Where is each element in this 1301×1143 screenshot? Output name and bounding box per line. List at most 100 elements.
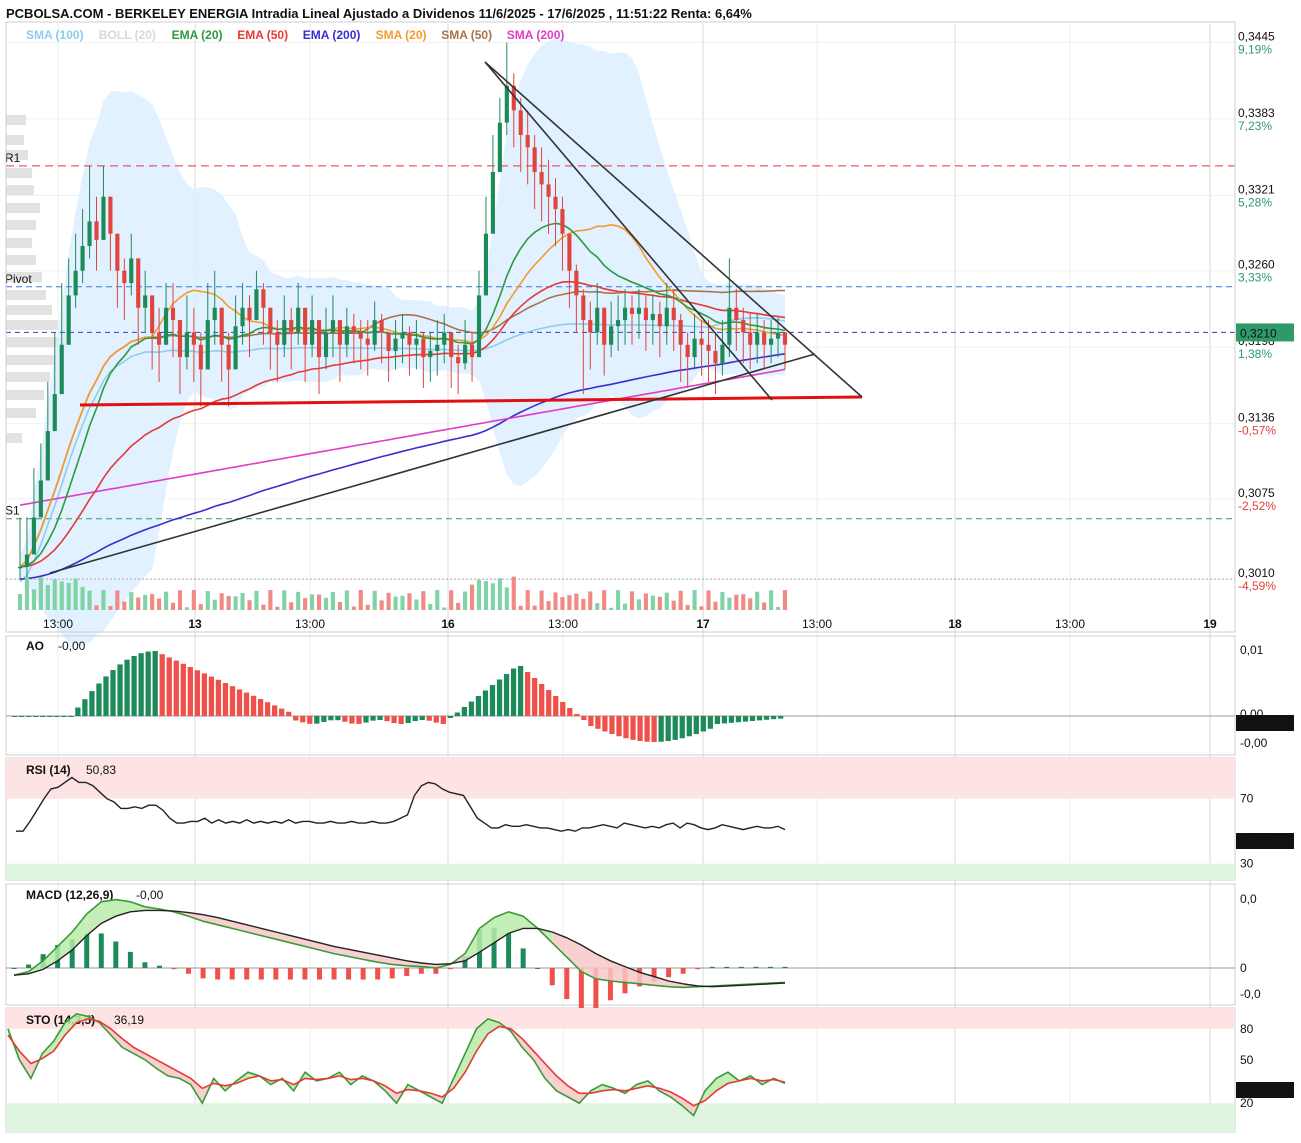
volume-bar [323,597,329,610]
candle-body [275,332,280,345]
volume-bar [567,595,572,610]
volume-bar [170,602,176,610]
ao-bar [12,716,18,717]
volume-bar [435,590,440,610]
volume-bar [101,590,106,610]
ao-bar [89,691,95,716]
ao-bar [264,702,271,716]
ao-bar [426,716,432,721]
candle-body [435,344,440,351]
candle-body [212,307,217,321]
ao-bar [307,716,313,724]
candle-body [414,338,419,345]
volume-bar [755,591,760,610]
candle-body [748,332,753,345]
volume-bar [706,590,711,610]
ao-bar [96,683,102,716]
candle-body [59,344,64,395]
legend-item-3: EMA (50) [237,28,288,42]
time-tick-4: 13:00 [548,617,578,631]
time-tick-7: 18 [948,617,962,631]
candle-body [463,344,468,364]
candle-body [87,221,92,247]
ao-bar [496,679,503,716]
chart-canvas[interactable]: R1 Pivot S1 0,34459,19% 0,33837,23% 0,33215,… [0,0,1301,1138]
volume-profile-bar [6,203,40,213]
candle-body [400,332,405,339]
volume-bar [17,594,23,610]
volume-bar [775,607,781,610]
volume-bar [428,603,433,610]
candle-body [483,233,489,296]
volume-profile-bar [6,408,36,418]
volume-bar [449,590,454,610]
volume-bar [581,598,586,610]
volume-bar [365,604,370,610]
ao-bar [222,683,229,716]
macd-hist-bar [346,968,352,980]
legend-item-5: SMA (20) [376,28,427,42]
ao-bar [166,657,172,716]
ao-bar [735,716,742,723]
volume-bar [379,600,384,610]
volume-bar [122,601,127,610]
volume-bar [588,591,593,610]
volume-bar [476,579,482,610]
ao-bar [524,672,531,716]
macd-hist-bar [753,966,759,968]
volume-bar [782,590,788,610]
candle-body [657,313,662,327]
volume-bar [268,590,273,610]
candle-body [553,196,558,210]
volume-bar [351,606,356,610]
ao-bar [370,716,376,721]
last-price-label: 0,3210 [1240,326,1277,340]
volume-bar [219,593,224,610]
volume-bar [372,590,377,610]
volume-bar [678,590,683,610]
candle-body [66,295,71,345]
macd-hist-bar [302,968,308,980]
volume-bar [602,590,607,610]
ao-bar [489,685,496,716]
candle-body [316,320,322,358]
candle-body [456,357,461,364]
ao-bar [300,716,306,723]
macd-hist-bar [767,966,773,968]
volume-bar [66,582,71,610]
candle-body [664,307,669,327]
sto-axis-80: 80 [1240,1022,1254,1036]
ao-bar [644,716,650,742]
candle-body [609,326,614,345]
candle-body [734,307,739,321]
ao-bar [658,716,664,742]
candle-body [247,307,252,321]
macd-hist-bar [244,968,250,980]
candle-body [476,295,482,358]
volume-bar [762,602,767,610]
candle-body [421,338,426,358]
candle-body [108,196,113,234]
candle-body [344,326,349,345]
candle-body [720,344,725,364]
rsi-value: 50,83 [86,763,116,777]
candle-body [595,307,600,333]
rsi-axis-70: 70 [1240,792,1254,806]
volume-bar [574,593,579,610]
candle-body [52,394,57,432]
macd-hist-bar [724,966,730,968]
ao-bar [82,699,88,716]
ao-bar [763,716,770,720]
ao-bar [314,716,320,724]
volume-bar [393,596,398,610]
candle-body [303,307,308,345]
ao-bar [286,711,292,716]
rsi-overbought-zone [6,758,1235,799]
ao-bar [623,716,629,739]
volume-bar [330,591,336,610]
volume-bar [136,597,141,610]
ao-last-label: -0,001 [1240,716,1274,730]
volume-bar [692,590,697,610]
ao-bar [391,716,397,724]
volume-bar [699,606,704,610]
